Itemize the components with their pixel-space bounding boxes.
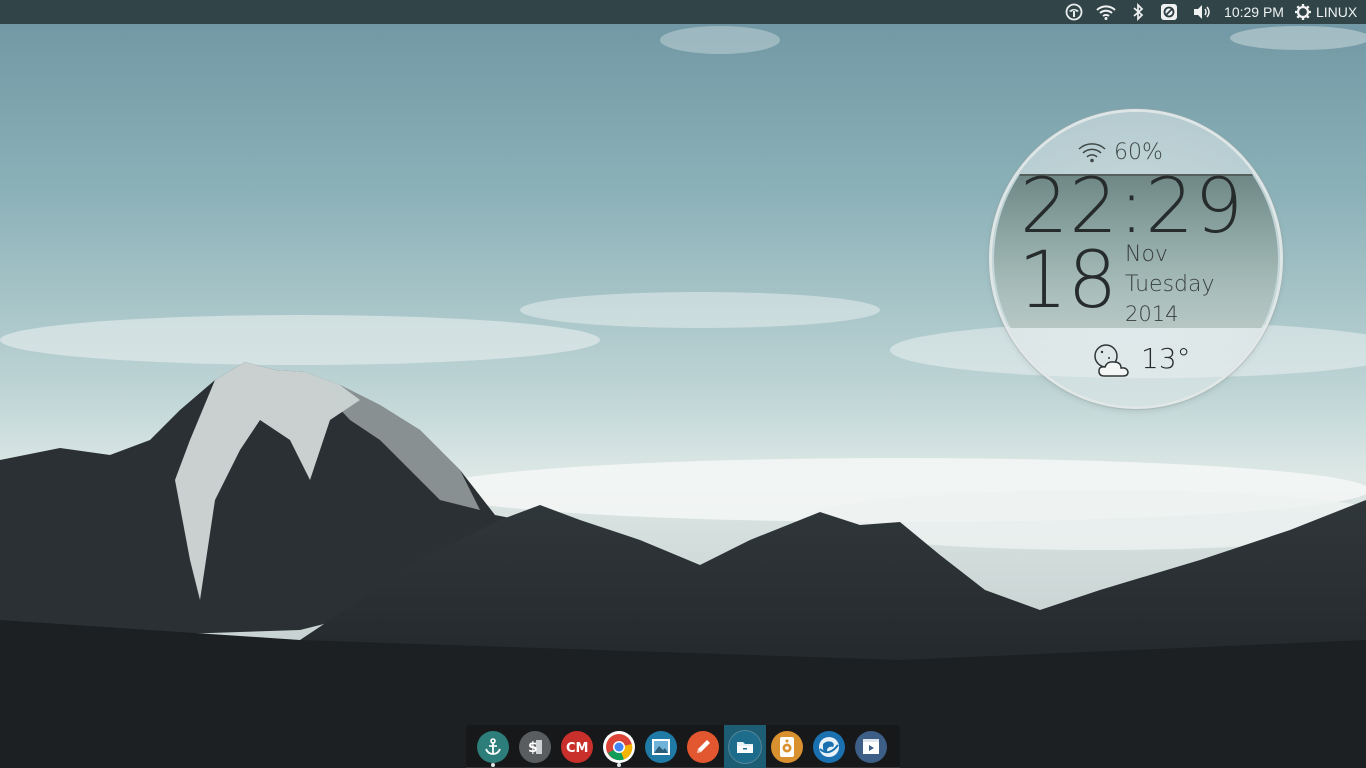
dock: $ CM bbox=[466, 725, 900, 768]
widget-month: Nov bbox=[1125, 242, 1168, 267]
dock-item-cm-app[interactable]: CM bbox=[561, 731, 593, 763]
anchor-icon bbox=[483, 737, 503, 757]
clock-weather-widget: 60% 22:29 18 Nov Tuesday 2014 13° bbox=[992, 112, 1280, 406]
widget-weekday: Tuesday bbox=[1125, 272, 1215, 297]
partly-cloudy-night-icon bbox=[1088, 340, 1134, 384]
chrome-icon bbox=[605, 733, 633, 761]
widget-temperature: 13° bbox=[1141, 342, 1191, 375]
wifi-icon[interactable] bbox=[1094, 0, 1118, 24]
dock-item-speaker-app[interactable] bbox=[771, 731, 803, 763]
dock-item-video-player[interactable] bbox=[855, 731, 887, 763]
session-menu[interactable]: LINUX bbox=[1294, 0, 1362, 24]
notification-blocked-icon[interactable] bbox=[1158, 0, 1180, 24]
image-icon bbox=[651, 738, 671, 756]
svg-text:$: $ bbox=[528, 740, 538, 756]
running-indicator bbox=[491, 763, 495, 767]
session-label: LINUX bbox=[1316, 4, 1358, 20]
terminal-dollar-icon: $ bbox=[525, 737, 545, 757]
dock-item-terminal-app[interactable]: $ bbox=[519, 731, 551, 763]
dock-item-text-editor[interactable] bbox=[687, 731, 719, 763]
dock-item-chrome-browser[interactable] bbox=[603, 731, 635, 763]
widget-time: 22:29 bbox=[1020, 161, 1245, 250]
pencil-icon bbox=[693, 737, 713, 757]
video-icon bbox=[861, 738, 881, 756]
bluetooth-icon[interactable] bbox=[1127, 0, 1149, 24]
dock-item-anchor-app[interactable] bbox=[477, 731, 509, 763]
top-panel: 10:29 PM LINUX bbox=[0, 0, 1366, 24]
update-indicator-icon[interactable] bbox=[1062, 0, 1086, 24]
gear-icon bbox=[1294, 3, 1312, 21]
dock-item-image-viewer[interactable] bbox=[645, 731, 677, 763]
dock-item-browser-globe[interactable] bbox=[813, 731, 845, 763]
volume-icon[interactable] bbox=[1190, 0, 1214, 24]
panel-clock-text: 10:29 PM bbox=[1224, 4, 1284, 20]
cm-icon: CM bbox=[565, 739, 589, 755]
speaker-icon bbox=[778, 736, 796, 758]
panel-clock[interactable]: 10:29 PM bbox=[1221, 0, 1287, 24]
svg-text:CM: CM bbox=[566, 741, 588, 755]
globe-icon bbox=[817, 735, 841, 759]
folder-icon bbox=[735, 738, 755, 756]
dock-item-file-manager[interactable] bbox=[729, 731, 761, 763]
running-indicator bbox=[617, 763, 621, 767]
widget-year: 2014 bbox=[1125, 302, 1179, 326]
widget-day: 18 bbox=[1018, 236, 1118, 326]
